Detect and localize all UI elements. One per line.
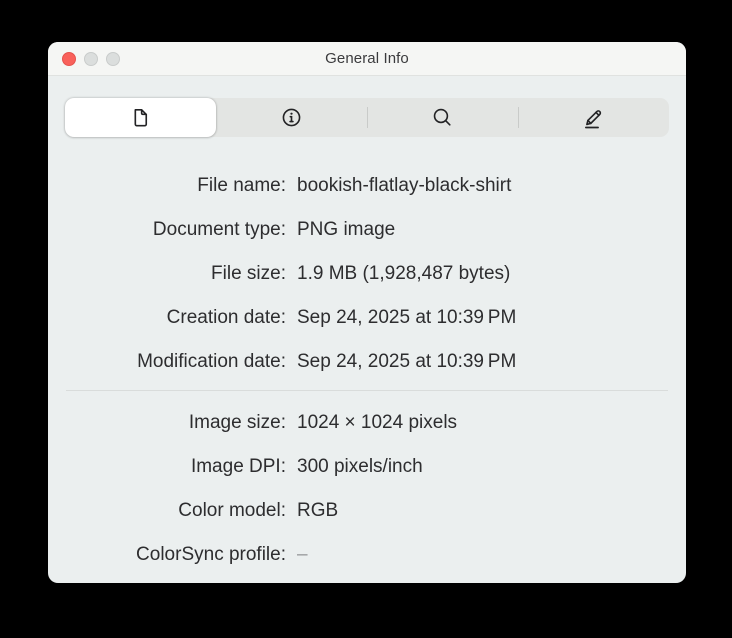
row-image-dpi: Image DPI: 300 pixels/inch: [48, 445, 686, 489]
row-label: Image DPI:: [190, 456, 286, 477]
tab-keywords[interactable]: [366, 98, 518, 137]
file-info-section: File name: bookish-flatlay-black-shirt D…: [48, 137, 686, 384]
titlebar[interactable]: General Info: [48, 42, 686, 76]
row-file-name: File name: bookish-flatlay-black-shirt: [48, 164, 686, 208]
markup-pencil-icon: [581, 105, 606, 130]
row-value: Sep 24, 2025 at 10:39 PM: [297, 307, 517, 328]
row-creation-date: Creation date: Sep 24, 2025 at 10:39 PM: [48, 296, 686, 340]
row-value: –: [297, 544, 308, 565]
window-title: General Info: [325, 50, 409, 67]
row-label: Image size:: [188, 412, 286, 433]
row-label: ColorSync profile:: [136, 544, 286, 565]
row-label: File name:: [197, 175, 286, 196]
tab-more-info[interactable]: [216, 98, 367, 137]
row-label: Creation date:: [166, 307, 286, 328]
tab-annotations[interactable]: [517, 98, 669, 137]
general-info-window: General Info File name: bookish-flatlay-…: [48, 42, 686, 583]
row-value: Sep 24, 2025 at 10:39 PM: [297, 351, 517, 372]
traffic-lights: [62, 42, 120, 75]
image-info-section: Image size: 1024 × 1024 pixels Image DPI…: [48, 401, 686, 577]
row-label: Modification date:: [137, 351, 286, 372]
row-value: 1.9 MB (1,928,487 bytes): [297, 263, 511, 284]
row-colorsync-profile: ColorSync profile: –: [48, 533, 686, 577]
row-color-model: Color model: RGB: [48, 489, 686, 533]
row-value: 1024 × 1024 pixels: [297, 412, 458, 433]
search-icon: [431, 106, 454, 129]
row-image-size: Image size: 1024 × 1024 pixels: [48, 401, 686, 445]
zoom-button-disabled: [106, 51, 120, 66]
row-value: bookish-flatlay-black-shirt: [297, 175, 512, 196]
minimize-button-disabled: [84, 51, 98, 66]
document-icon: [129, 106, 152, 129]
row-modification-date: Modification date: Sep 24, 2025 at 10:39…: [48, 340, 686, 384]
screen-background: General Info File name: bookish-flatlay-…: [0, 0, 732, 638]
row-label: File size:: [211, 263, 286, 284]
row-document-type: Document type: PNG image: [48, 208, 686, 252]
tab-general-info[interactable]: [65, 98, 216, 137]
section-divider: [66, 390, 668, 391]
inspector-tabbar: [65, 98, 669, 137]
row-value: PNG image: [297, 219, 396, 240]
row-label: Document type:: [152, 219, 286, 240]
row-file-size: File size: 1.9 MB (1,928,487 bytes): [48, 252, 686, 296]
row-value: 300 pixels/inch: [297, 456, 423, 477]
close-button[interactable]: [62, 51, 76, 66]
info-circle-icon: [280, 106, 303, 129]
row-value: RGB: [297, 500, 339, 521]
row-label: Color model:: [178, 500, 286, 521]
